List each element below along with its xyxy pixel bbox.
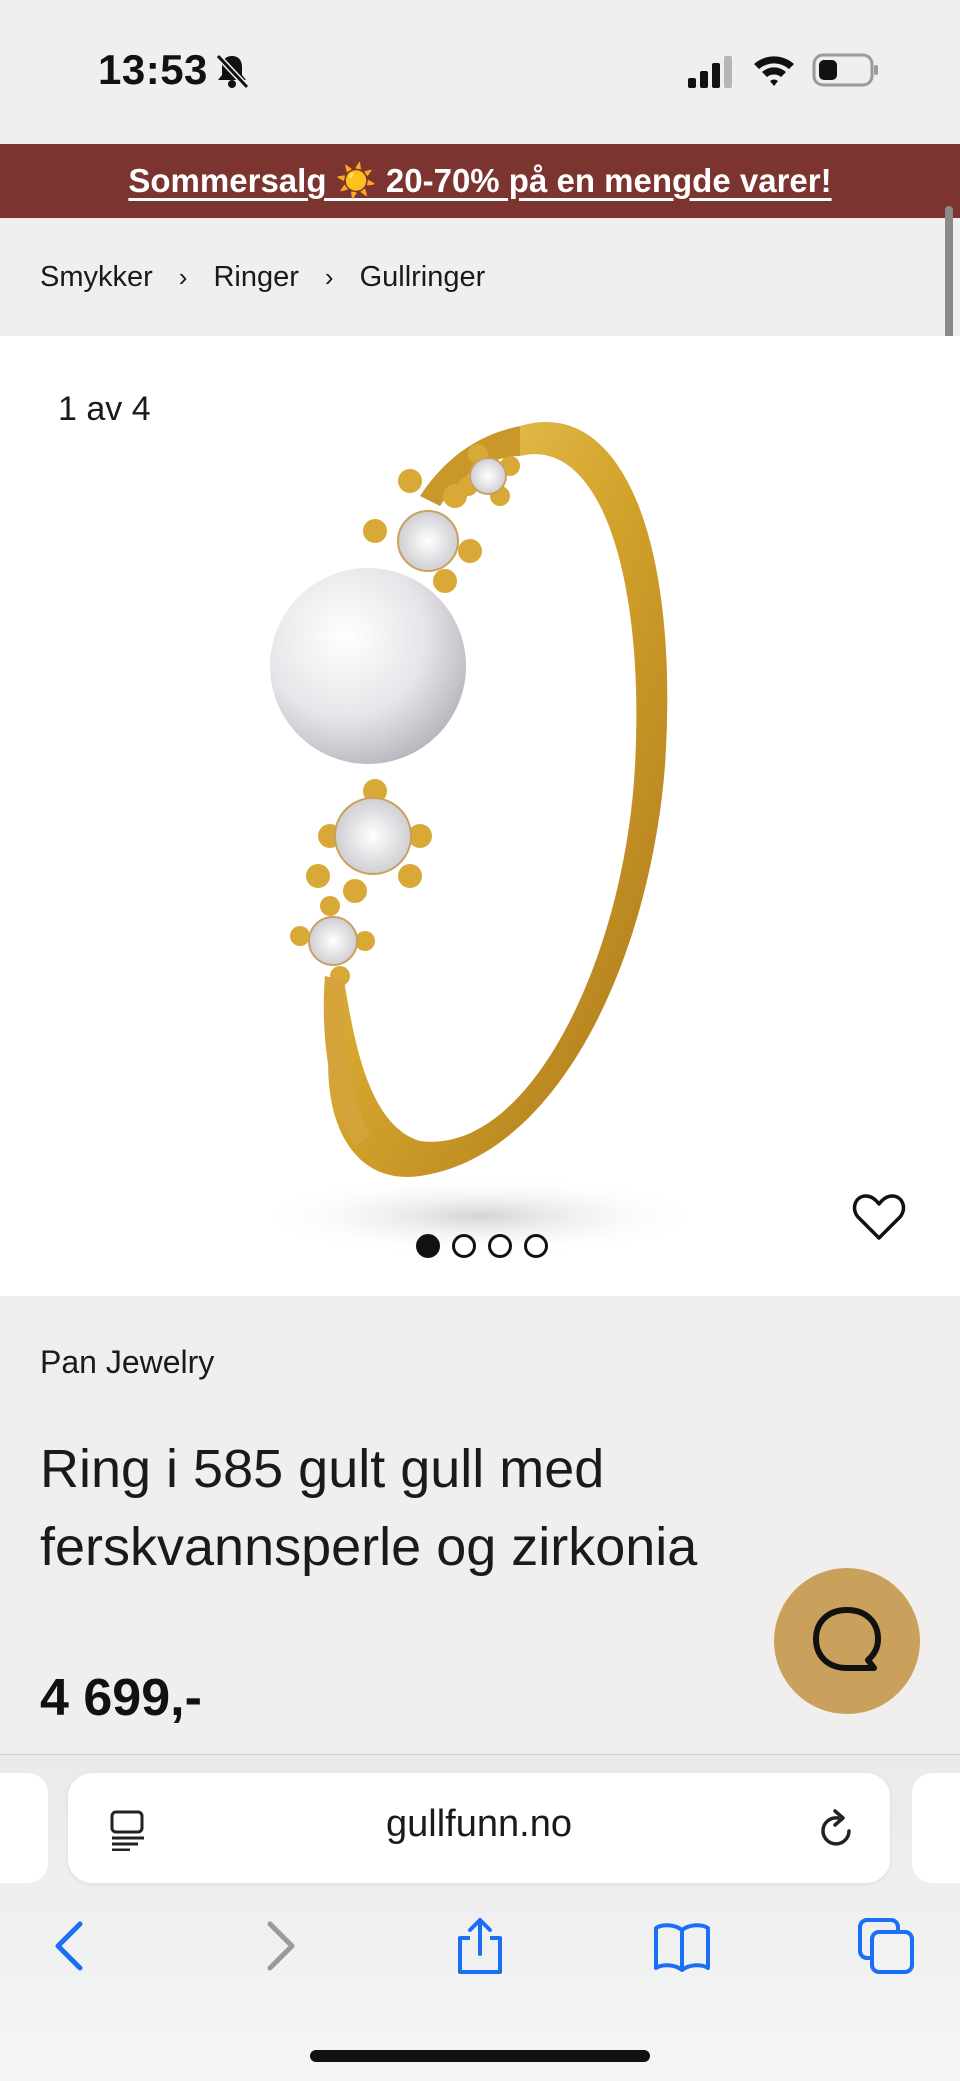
bell-slash-icon — [215, 53, 250, 90]
tabs-icon[interactable] — [856, 1916, 916, 1976]
signal-icon — [688, 56, 732, 88]
breadcrumb-item-smykker[interactable]: Smykker — [40, 261, 153, 294]
chat-bubble-icon — [813, 1607, 881, 1671]
gallery-dot-3[interactable] — [488, 1234, 512, 1258]
forward-icon[interactable] — [248, 1916, 308, 1976]
reload-icon[interactable] — [816, 1807, 858, 1851]
status-bar: 13:53 — [0, 0, 960, 144]
wifi-icon — [754, 56, 794, 86]
chevron-right-icon: › — [324, 261, 334, 292]
back-icon[interactable] — [42, 1916, 102, 1976]
product-price: 4 699,- — [40, 1669, 202, 1727]
breadcrumb-item-ringer[interactable]: Ringer — [213, 261, 298, 294]
breadcrumb-item-gullringer[interactable]: Gullringer — [360, 261, 486, 294]
browser-toolbar — [0, 1900, 960, 1990]
gallery-dot-2[interactable] — [452, 1234, 476, 1258]
gallery-dots[interactable] — [416, 1234, 548, 1258]
chevron-right-icon: › — [178, 261, 188, 292]
address-bar[interactable]: gullfunn.no — [68, 1773, 890, 1883]
product-image[interactable] — [0, 336, 960, 1296]
gallery-counter: 1 av 4 — [58, 390, 151, 428]
promo-banner[interactable]: Sommersalg ☀️ 20-70% på en mengde varer! — [0, 144, 960, 218]
breadcrumb: Smykker › Ringer › Gullringer — [0, 218, 960, 336]
previous-tab-preview[interactable] — [0, 1773, 48, 1883]
status-time: 13:53 — [98, 46, 208, 93]
product-title: Ring i 585 gult gull med ferskvannsperle… — [40, 1439, 698, 1577]
url-text[interactable]: gullfunn.no — [68, 1803, 890, 1846]
battery-icon — [812, 53, 878, 87]
home-indicator[interactable] — [310, 2050, 650, 2062]
product-gallery[interactable]: 1 av 4 — [0, 336, 960, 1296]
heart-icon[interactable] — [852, 1192, 906, 1242]
chat-button[interactable] — [774, 1568, 920, 1714]
share-icon[interactable] — [450, 1916, 510, 1976]
gallery-dot-1[interactable] — [416, 1234, 440, 1258]
promo-link[interactable]: Sommersalg ☀️ 20-70% på en mengde varer! — [128, 162, 831, 201]
product-brand[interactable]: Pan Jewelry — [40, 1344, 214, 1381]
bookmarks-icon[interactable] — [652, 1916, 712, 1976]
gallery-dot-4[interactable] — [524, 1234, 548, 1258]
next-tab-preview[interactable] — [912, 1773, 960, 1883]
